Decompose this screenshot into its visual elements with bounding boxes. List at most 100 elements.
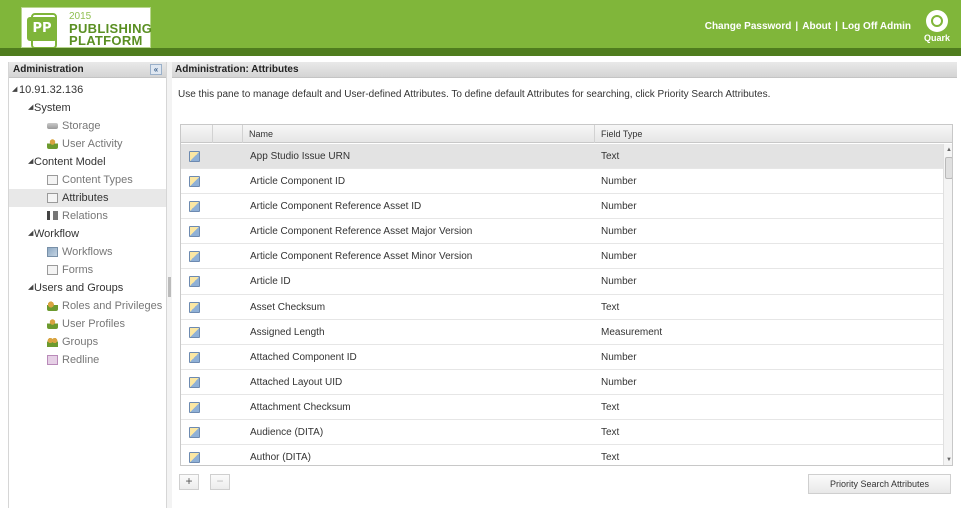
table-row[interactable]: Audience (DITA) Text: [181, 420, 943, 446]
attribute-icon: [189, 351, 200, 363]
tree-item-server[interactable]: ◢ 10.91.32.136: [9, 81, 166, 99]
quark-logo-icon: [926, 10, 948, 32]
attribute-field-type: Number: [601, 351, 637, 363]
user-profiles-icon: [47, 319, 58, 329]
sidebar-header: Administration «: [9, 62, 166, 78]
attribute-name: Article Component Reference Asset Major …: [250, 226, 473, 238]
publishing-platform-logo: PP 2015 PUBLISHING PLATFORM: [21, 7, 152, 49]
roles-icon: [47, 301, 58, 311]
tree-item-user-profiles[interactable]: User Profiles: [9, 315, 166, 333]
about-link[interactable]: About: [802, 21, 831, 32]
table-row[interactable]: Attachment Checksum Text: [181, 395, 943, 421]
table-row[interactable]: Attached Layout UID Number: [181, 370, 943, 395]
table-row[interactable]: Attached Component ID Number: [181, 345, 943, 370]
attribute-name: Attached Component ID: [250, 351, 357, 363]
attribute-icon: [189, 276, 200, 288]
table-row[interactable]: Asset Checksum Text: [181, 295, 943, 320]
attribute-field-type: Text: [601, 301, 620, 313]
table-row[interactable]: Article ID Number: [181, 269, 943, 295]
attribute-icon: [189, 376, 200, 388]
table-row[interactable]: App Studio Issue URN Text: [181, 144, 943, 170]
tree-item-content-types[interactable]: Content Types: [9, 171, 166, 189]
scroll-down-icon[interactable]: ▼: [944, 456, 952, 464]
attribute-icon: [189, 427, 200, 439]
header-field-type[interactable]: Field Type: [595, 125, 945, 143]
relations-icon: [47, 211, 58, 220]
table-row[interactable]: Assigned Length Measurement: [181, 320, 943, 345]
attribute-field-type: Text: [601, 427, 620, 439]
admin-sidebar: Administration « ◢ 10.91.32.136 ◢ System S…: [8, 62, 167, 508]
tree-item-user-activity[interactable]: User Activity: [9, 135, 166, 153]
priority-search-attributes-button[interactable]: Priority Search Attributes: [808, 474, 951, 494]
tree-item-system[interactable]: ◢ System: [9, 99, 166, 117]
attribute-field-type: Measurement: [601, 326, 663, 338]
attribute-icon: [189, 151, 200, 162]
scroll-up-icon[interactable]: ▲: [944, 146, 952, 154]
expanded-arrow-icon[interactable]: ◢: [28, 225, 33, 243]
link-separator: |: [835, 21, 838, 32]
add-attribute-button[interactable]: +: [179, 474, 199, 490]
tree-item-relations[interactable]: Relations: [9, 207, 166, 225]
attributes-icon: [47, 193, 58, 203]
attribute-field-type: Number: [601, 376, 637, 388]
attribute-name: Attached Layout UID: [250, 376, 343, 388]
header-icon-column: [181, 125, 213, 143]
pp-logo-mark: PP: [27, 13, 57, 49]
admin-tree: ◢ 10.91.32.136 ◢ System Storage User Activ…: [9, 78, 166, 369]
attribute-field-type: Text: [601, 151, 620, 162]
log-off-link[interactable]: Log Off Admin: [842, 21, 911, 32]
attribute-icon: [189, 176, 200, 188]
attribute-icon: [189, 326, 200, 338]
attribute-field-type: Number: [601, 276, 637, 288]
quark-brand: Quark: [922, 10, 952, 44]
tree-item-roles-and-privileges[interactable]: Roles and Privileges: [9, 297, 166, 315]
tree-item-users-and-groups[interactable]: ◢ Users and Groups: [9, 279, 166, 297]
table-row[interactable]: Article Component Reference Asset Minor …: [181, 244, 943, 270]
attribute-name: Audience (DITA): [250, 427, 324, 439]
collapse-sidebar-icon[interactable]: «: [150, 64, 162, 75]
attribute-name: App Studio Issue URN: [250, 151, 351, 162]
workflows-icon: [47, 247, 58, 257]
redline-icon: [47, 355, 58, 365]
forms-icon: [47, 265, 58, 275]
tree-item-content-model[interactable]: ◢ Content Model: [9, 153, 166, 171]
change-password-link[interactable]: Change Password: [705, 21, 792, 32]
header-name[interactable]: Name: [243, 125, 595, 143]
table-row[interactable]: Author (DITA) Text: [181, 445, 943, 465]
tree-item-groups[interactable]: Groups: [9, 333, 166, 351]
tree-item-workflows[interactable]: Workflows: [9, 243, 166, 261]
attributes-table: Name Field Type App Studio Issue URN Text…: [180, 124, 953, 466]
table-row[interactable]: Article Component Reference Asset ID Numb…: [181, 194, 943, 220]
attribute-name: Attachment Checksum: [250, 401, 351, 413]
expanded-arrow-icon[interactable]: ◢: [12, 81, 17, 99]
attribute-name: Author (DITA): [250, 452, 311, 464]
expanded-arrow-icon[interactable]: ◢: [28, 279, 33, 297]
page-title: Administration: Attributes: [175, 64, 299, 75]
attribute-icon: [189, 452, 200, 464]
attribute-field-type: Number: [601, 176, 637, 188]
attribute-field-type: Number: [601, 251, 637, 263]
expanded-arrow-icon[interactable]: ◢: [28, 99, 33, 117]
tree-item-attributes[interactable]: Attributes: [9, 189, 166, 207]
table-row[interactable]: Article Component Reference Asset Major …: [181, 219, 943, 245]
tree-item-redline[interactable]: Redline: [9, 351, 166, 369]
attribute-name: Asset Checksum: [250, 301, 326, 313]
table-scrollbar[interactable]: ▲ ▼: [943, 144, 952, 465]
pane-description: Use this pane to manage default and User…: [178, 89, 771, 100]
sidebar-title: Administration: [13, 64, 84, 75]
splitter-grip-icon[interactable]: [168, 277, 171, 297]
scroll-thumb[interactable]: [945, 157, 952, 179]
tree-item-storage[interactable]: Storage: [9, 117, 166, 135]
header-select-column: [213, 125, 243, 143]
attribute-icon: [189, 201, 200, 213]
attribute-icon: [189, 401, 200, 413]
expanded-arrow-icon[interactable]: ◢: [28, 153, 33, 171]
tree-item-forms[interactable]: Forms: [9, 261, 166, 279]
tree-item-workflow[interactable]: ◢ Workflow: [9, 225, 166, 243]
attribute-field-type: Text: [601, 452, 620, 464]
top-links: Change Password | About | Log Off Admin: [705, 21, 911, 32]
content-types-icon: [47, 175, 58, 185]
attribute-field-type: Number: [601, 226, 637, 238]
table-row[interactable]: Article Component ID Number: [181, 169, 943, 195]
remove-attribute-button[interactable]: −: [210, 474, 230, 490]
